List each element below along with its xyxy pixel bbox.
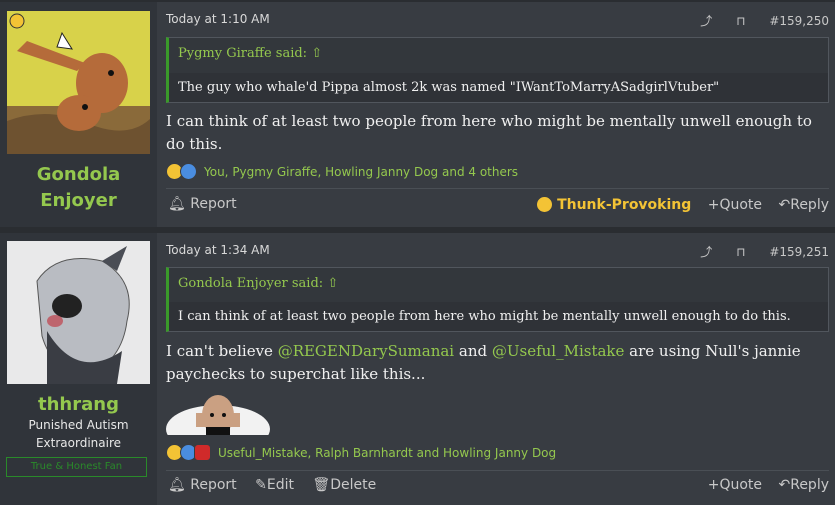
post-main: Today at 1:34 AM ⤴ ⊓ #159,251 Gondola En… (166, 233, 829, 505)
quote-block: Pygmy Giraffe said: ⇧ The guy who whale'… (166, 37, 829, 103)
share-icon[interactable]: ⤴ (700, 245, 712, 259)
post-date[interactable]: Today at 1:10 AM (166, 12, 270, 26)
quote-arrow-icon[interactable]: ⇧ (311, 46, 322, 61)
report-label: Report (190, 196, 237, 212)
quote-author[interactable]: Gondola Enjoyer said: (178, 276, 323, 291)
quote-arrow-icon[interactable]: ⇧ (327, 276, 338, 291)
plus-icon: + (707, 196, 720, 213)
post-message: I can think of at least two people from … (166, 112, 812, 153)
reply-button[interactable]: ↶Reply (778, 197, 829, 213)
quote-button[interactable]: +Quote (708, 477, 762, 493)
quote-button[interactable]: +Quote (708, 197, 762, 213)
inline-emote-image (166, 385, 271, 453)
message-text: and (454, 342, 492, 360)
user-sidebar: thhrang Punished Autism Extraordinaire T… (0, 233, 157, 505)
share-icon[interactable]: ⤴ (700, 14, 712, 28)
report-button[interactable]: 🔔︎ Report (168, 477, 237, 493)
username[interactable]: Gondola Enjoyer (0, 162, 157, 214)
user-title: Punished Autism Extraordinaire (0, 416, 157, 452)
user-mention[interactable]: @REGENDarySumanai (278, 342, 454, 360)
trash-icon: 🗑︎ (312, 477, 331, 493)
username[interactable]: thhrang (0, 393, 157, 417)
user-title-line: Extraordinaire (35, 436, 122, 450)
bookmark-icon[interactable]: ⊓ (736, 14, 745, 28)
reactions-bar[interactable]: Useful_Mistake, Ralph Barnhardt and Howl… (166, 444, 556, 461)
user-badge: True & Honest Fan (6, 457, 147, 477)
quote-text: The guy who whale'd Pippa almost 2k was … (169, 73, 828, 102)
bell-icon: 🔔︎ (168, 477, 191, 493)
delete-button[interactable]: 🗑︎Delete (312, 477, 376, 493)
post-top-icons: ⤴ ⊓ #159,250 (680, 12, 829, 29)
post: Gondola Enjoyer Today at 1:10 AM ⤴ ⊓ #15… (0, 2, 835, 227)
username-line[interactable]: Enjoyer (0, 188, 157, 214)
post: thhrang Punished Autism Extraordinaire T… (0, 233, 835, 505)
divider (166, 470, 829, 471)
post-message: I can't believe @REGENDarySumanai and @U… (166, 340, 829, 386)
heart-reaction-icon (194, 444, 211, 461)
delete-label: Delete (330, 477, 377, 493)
post-number[interactable]: #159,250 (769, 14, 829, 28)
reaction-given[interactable]: Thunk-Provoking (536, 196, 692, 213)
post-number[interactable]: #159,251 (769, 245, 829, 259)
divider (166, 188, 829, 189)
post-date[interactable]: Today at 1:34 AM (166, 243, 270, 257)
reaction-names[interactable]: You, Pygmy Giraffe, Howling Janny Dog an… (204, 165, 518, 179)
user-sidebar: Gondola Enjoyer (0, 2, 157, 227)
reactions-bar[interactable]: You, Pygmy Giraffe, Howling Janny Dog an… (166, 163, 518, 180)
post-main: Today at 1:10 AM ⤴ ⊓ #159,250 Pygmy Gira… (166, 2, 829, 227)
pencil-icon: ✎ (255, 477, 267, 493)
username-line[interactable]: Gondola (0, 162, 157, 188)
avatar[interactable] (7, 11, 150, 154)
post-top-icons: ⤴ ⊓ #159,251 (680, 243, 829, 260)
edit-button[interactable]: ✎Edit (255, 477, 294, 493)
reply-button[interactable]: ↶Reply (778, 477, 829, 493)
reply-icon: ↶ (778, 477, 791, 493)
edit-label: Edit (266, 477, 294, 493)
reply-icon: ↶ (778, 196, 791, 213)
bell-icon: 🔔︎ (168, 196, 191, 212)
reply-label: Reply (790, 196, 829, 213)
quote-text: I can think of at least two people from … (169, 302, 828, 331)
avatar[interactable] (7, 241, 150, 384)
quote-block: Gondola Enjoyer said: ⇧ I can think of a… (166, 267, 829, 332)
report-label: Report (190, 477, 237, 493)
quote-label: Quote (719, 477, 763, 493)
thinking-reaction-icon (536, 196, 554, 213)
like-reaction-icon (180, 163, 197, 180)
reaction-names[interactable]: Useful_Mistake, Ralph Barnhardt and Howl… (218, 446, 556, 460)
reply-label: Reply (790, 477, 829, 493)
plus-icon: + (707, 477, 720, 493)
user-title-line: Punished Autism (28, 418, 129, 432)
bookmark-icon[interactable]: ⊓ (736, 245, 745, 259)
quote-author[interactable]: Pygmy Giraffe said: (178, 46, 307, 61)
report-button[interactable]: 🔔︎ Report (168, 196, 237, 212)
reaction-given-label: Thunk-Provoking (557, 196, 692, 213)
message-text: I can't believe (166, 342, 278, 360)
quote-label: Quote (719, 196, 763, 213)
user-mention[interactable]: @Useful_Mistake (492, 342, 625, 360)
